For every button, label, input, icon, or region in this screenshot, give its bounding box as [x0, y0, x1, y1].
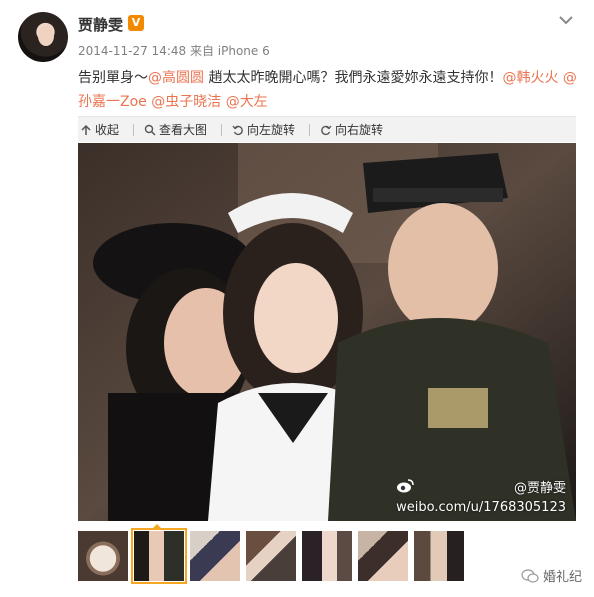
rotate-right-icon	[321, 125, 332, 135]
thumbnail-strip	[78, 528, 470, 584]
username[interactable]: 贾静雯	[78, 14, 123, 35]
collapse-label: 收起	[95, 123, 120, 137]
thumbnail[interactable]	[190, 531, 240, 581]
thumbnail[interactable]	[302, 531, 352, 581]
corner-logo: 婚礼纪	[521, 566, 582, 585]
rotate-right-button[interactable]: 向右旋转	[320, 121, 383, 138]
mention-link[interactable]: @高圆圆	[148, 70, 204, 86]
mention-link[interactable]: @大左	[226, 94, 268, 110]
chevron-down-icon[interactable]	[556, 10, 576, 30]
post-text: 告别單身～@高圆圆 趙太太昨晚開心嗎？我們永遠愛妳永遠支持你！@韩火火 @ 孙嘉一…	[78, 66, 578, 114]
photo-illustration	[78, 143, 576, 521]
watermark-url: weibo.com/u/1768305123	[396, 500, 566, 515]
rotate-left-label: 向左旋转	[247, 123, 296, 137]
view-large-label: 查看大图	[159, 123, 208, 137]
collapse-button[interactable]: 收起	[80, 121, 119, 138]
watermark-handle: @贾静雯	[513, 481, 566, 496]
wechat-icon	[521, 568, 539, 583]
post-meta: 2014-11-27 14:48 来自 iPhone 6	[78, 42, 270, 59]
magnify-icon	[144, 124, 156, 136]
main-photo[interactable]: @贾静雯 weibo.com/u/1768305123	[78, 143, 576, 521]
weibo-post-card: 贾静雯 V 2014-11-27 14:48 来自 iPhone 6 告别單身～…	[0, 0, 594, 597]
post-source: 来自 iPhone 6	[189, 44, 270, 58]
mention-link[interactable]: @韩火火	[502, 70, 558, 86]
mention-link[interactable]: @虫子晓洁	[151, 94, 221, 110]
verified-badge: V	[128, 15, 144, 31]
post-text-part: 告别單身～	[78, 70, 148, 86]
thumbnail[interactable]	[358, 531, 408, 581]
view-large-button[interactable]: 查看大图	[144, 121, 207, 138]
selected-thumb-pointer	[151, 524, 163, 530]
timestamp[interactable]: 2014-11-27 14:48	[78, 44, 186, 58]
thumbnail-selected[interactable]	[131, 528, 187, 584]
weibo-logo-icon	[397, 479, 414, 493]
corner-logo-text: 婚礼纪	[542, 570, 582, 585]
mention-link[interactable]: 孙嘉一Zoe	[78, 94, 147, 110]
rotate-left-button[interactable]: 向左旋转	[232, 121, 295, 138]
mention-link[interactable]: @	[558, 70, 577, 86]
post-text-part: 趙太太昨晚開心嗎？我們永遠愛妳永遠支持你！	[204, 70, 503, 86]
thumbnail[interactable]	[78, 531, 128, 581]
rotate-left-icon	[232, 125, 243, 135]
rotate-right-label: 向右旋转	[335, 123, 384, 137]
avatar[interactable]	[18, 12, 68, 62]
image-action-bar: 收起 查看大图 向左旋转 向右旋转	[78, 116, 576, 142]
thumbnail[interactable]	[414, 531, 464, 581]
thumbnail[interactable]	[246, 531, 296, 581]
collapse-icon	[81, 124, 91, 135]
photo-watermark: @贾静雯 weibo.com/u/1768305123	[396, 479, 566, 517]
